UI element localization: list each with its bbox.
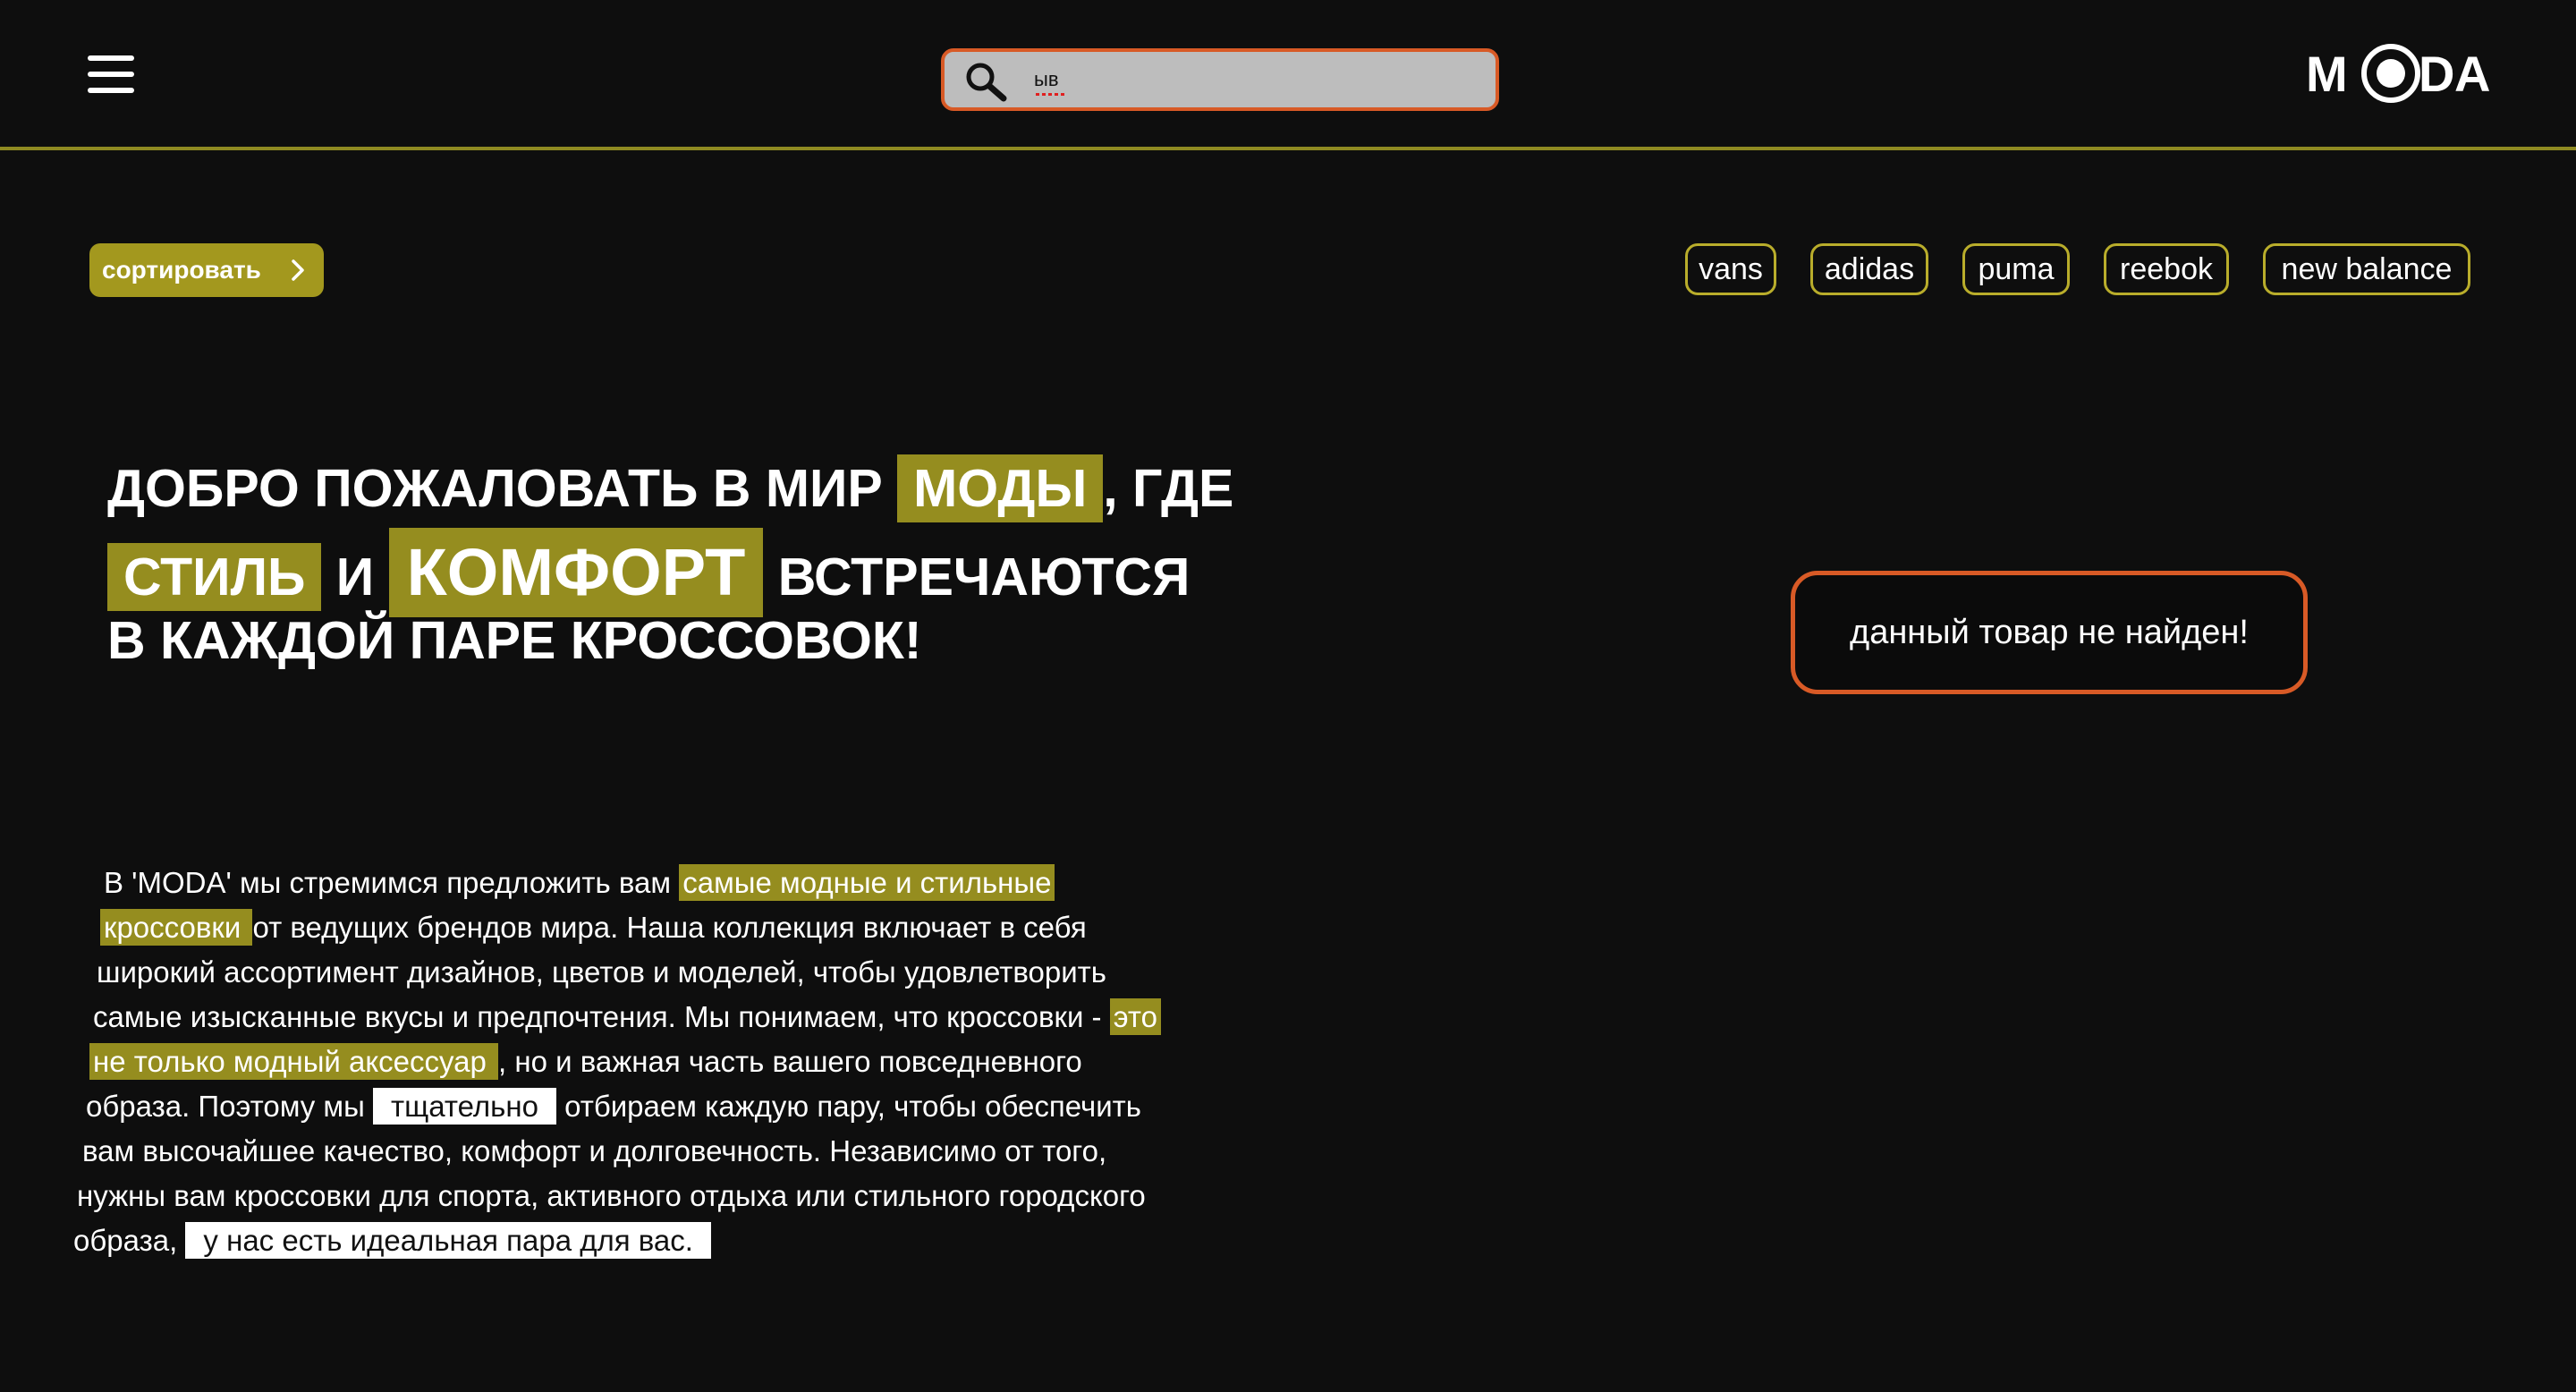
- brand-chip-adidas[interactable]: adidas: [1810, 243, 1928, 295]
- spellcheck-underline: [1036, 93, 1064, 96]
- sort-button[interactable]: сортировать: [89, 243, 324, 297]
- about-text: самые изысканные вкусы и предпочтения. М…: [93, 1000, 1110, 1033]
- hero-text: , где: [1103, 459, 1234, 518]
- about-highlight-white: тщательно: [373, 1088, 556, 1125]
- about-highlight-white: у нас есть идеальная пара для вас.: [185, 1222, 711, 1259]
- logo-letter-a: A: [2454, 46, 2490, 102]
- chevron-right-icon: [292, 259, 304, 281]
- not-found-message: данный товар не найден!: [1791, 571, 2308, 694]
- search-input[interactable]: [1034, 59, 1463, 100]
- sort-button-label: сортировать: [102, 256, 261, 284]
- about-highlight: это: [1109, 998, 1161, 1035]
- menu-button[interactable]: [88, 55, 136, 95]
- about-line: нужны вам кроссовки для спорта, активног…: [77, 1179, 1146, 1212]
- hamburger-icon: [88, 55, 134, 61]
- header: M D A: [0, 0, 2576, 150]
- about-highlight: не только модный аксессуар: [89, 1043, 499, 1080]
- about-text: образа. Поэтому мы: [86, 1090, 373, 1123]
- brand-chip-vans[interactable]: vans: [1685, 243, 1776, 295]
- hero-heading: Добро пожаловать в мир моды, где стиль и…: [107, 453, 1288, 676]
- about-text: от ведущих брендов мира. Наша коллекция …: [252, 911, 1087, 944]
- hamburger-icon-bar: [88, 72, 134, 77]
- moda-logo[interactable]: M D A: [2306, 39, 2490, 107]
- about-text: , но и важная часть вашего повседневного: [498, 1045, 1082, 1078]
- about-paragraph: В 'MODA' мы стремимся предложить вам сам…: [72, 861, 1288, 1263]
- about-line: широкий ассортимент дизайнов, цветов и м…: [97, 955, 1106, 989]
- hero-text: и: [335, 547, 375, 607]
- hero-text: встречаются: [777, 547, 1191, 607]
- search-icon[interactable]: [964, 61, 1009, 102]
- brand-chip-new-balance[interactable]: new balance: [2263, 243, 2470, 295]
- hero-highlight-style: стиль: [107, 543, 322, 611]
- hero-highlight-mody: моды: [897, 454, 1104, 522]
- about-line: В 'MODA' мы стремимся предложить вам сам…: [72, 861, 1288, 905]
- hamburger-icon-bar: [88, 88, 134, 93]
- about-line: образа. Поэтому мы тщательно отбираем ка…: [72, 1084, 1288, 1129]
- about-line: самые изысканные вкусы и предпочтения. М…: [72, 995, 1288, 1040]
- brand-chip-puma[interactable]: puma: [1962, 243, 2070, 295]
- about-text: В 'MODA' мы стремимся предложить вам: [104, 866, 680, 899]
- hero-line-1: Добро пожаловать в мир моды, где: [107, 453, 1288, 524]
- about-highlight: самые модные и стильные: [679, 864, 1055, 901]
- about-line: вам высочайшее качество, комфорт и долго…: [82, 1134, 1107, 1167]
- hero-text: Добро пожаловать в мир: [107, 459, 883, 518]
- hero-line-2: стиль и комфорт встречаются: [107, 528, 1288, 617]
- about-text: образа,: [73, 1224, 186, 1257]
- about-highlight: кроссовки: [100, 909, 253, 946]
- brand-chip-reebok[interactable]: reebok: [2104, 243, 2229, 295]
- logo-letter-d: D: [2419, 46, 2454, 102]
- logo-letter-m: M: [2306, 46, 2348, 102]
- search-bar[interactable]: [941, 48, 1499, 111]
- about-line: кроссовки от ведущих брендов мира. Наша …: [72, 905, 1288, 950]
- hero-highlight-comfort: комфорт: [388, 528, 764, 617]
- about-line: не только модный аксессуар , но и важная…: [72, 1040, 1288, 1084]
- about-line: образа, у нас есть идеальная пара для ва…: [72, 1218, 1288, 1263]
- about-text: отбираем каждую пару, чтобы обеспечить: [555, 1090, 1141, 1123]
